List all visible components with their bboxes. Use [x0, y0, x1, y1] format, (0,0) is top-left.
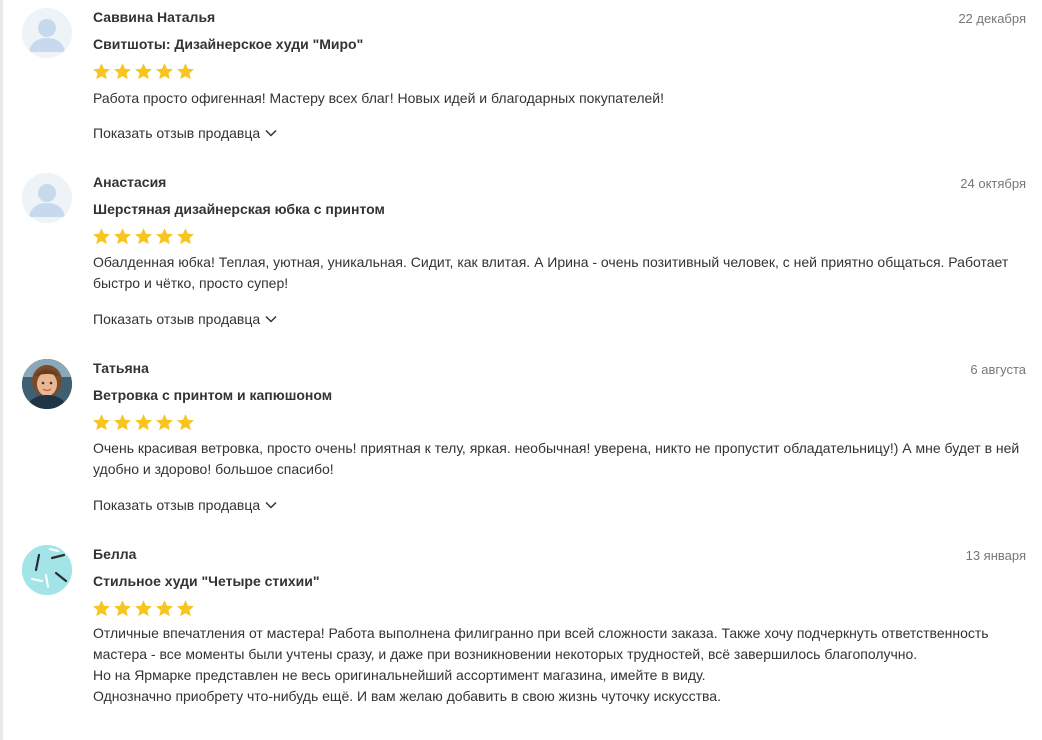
review-date: 6 августа: [970, 362, 1026, 377]
review-text: Обалденная юбка! Теплая, уютная, уникаль…: [93, 252, 1023, 294]
show-seller-reply-label: Показать отзыв продавца: [93, 497, 261, 513]
star-icon: [177, 228, 194, 245]
avatar[interactable]: [22, 545, 72, 595]
review-product-link[interactable]: Ветровка с принтом и капюшоном: [93, 387, 332, 403]
review-author[interactable]: Татьяна: [93, 360, 149, 376]
star-icon: [156, 63, 173, 80]
show-seller-reply-button[interactable]: Показать отзыв продавца: [93, 125, 277, 141]
star-icon: [114, 63, 131, 80]
avatar[interactable]: [22, 8, 72, 58]
star-icon: [177, 63, 194, 80]
user-photo-icon: [22, 359, 72, 409]
show-seller-reply-label: Показать отзыв продавца: [93, 125, 261, 141]
review-text-paragraph: Отличные впечатления от мастера! Работа …: [93, 625, 989, 662]
review-product-link[interactable]: Стильное худи "Четыре стихии": [93, 573, 320, 589]
star-icon: [156, 228, 173, 245]
left-border: [0, 0, 3, 740]
review-author[interactable]: Саввина Наталья: [93, 9, 215, 25]
show-seller-reply-label: Показать отзыв продавца: [93, 311, 261, 327]
star-icon: [114, 414, 131, 431]
star-icon: [135, 228, 152, 245]
review-text-paragraph: Но на Ярмарке представлен не весь оригин…: [93, 667, 706, 683]
review-product-link[interactable]: Свитшоты: Дизайнерское худи "Миро": [93, 36, 363, 52]
show-seller-reply-button[interactable]: Показать отзыв продавца: [93, 497, 277, 513]
star-icon: [93, 228, 110, 245]
default-user-avatar-icon: [22, 173, 72, 223]
chevron-down-icon: [265, 315, 277, 323]
avatar[interactable]: [22, 173, 72, 223]
review-date: 22 декабря: [958, 11, 1026, 26]
review-text: Отличные впечатления от мастера! Работа …: [93, 623, 1023, 707]
star-icon: [93, 63, 110, 80]
star-icon: [135, 414, 152, 431]
rating-stars: [92, 413, 195, 433]
chevron-down-icon: [265, 501, 277, 509]
show-seller-reply-button[interactable]: Показать отзыв продавца: [93, 311, 277, 327]
review-text: Очень красивая ветровка, просто очень! п…: [93, 438, 1023, 480]
review-date: 24 октября: [960, 176, 1026, 191]
star-icon: [114, 600, 131, 617]
review-date: 13 января: [965, 548, 1026, 563]
chevron-down-icon: [265, 129, 277, 137]
review-text-paragraph: Очень красивая ветровка, просто очень! п…: [93, 440, 1020, 477]
rating-stars: [92, 227, 195, 247]
avatar[interactable]: [22, 359, 72, 409]
review-author[interactable]: Анастасия: [93, 174, 166, 190]
star-icon: [114, 228, 131, 245]
star-icon: [177, 414, 194, 431]
star-icon: [156, 600, 173, 617]
review-text-paragraph: Обалденная юбка! Теплая, уютная, уникаль…: [93, 254, 1009, 291]
star-icon: [93, 600, 110, 617]
pattern-avatar-icon: [22, 545, 72, 595]
star-icon: [177, 600, 194, 617]
star-icon: [156, 414, 173, 431]
review-text-paragraph: Работа просто офигенная! Мастеру всех бл…: [93, 90, 665, 106]
rating-stars: [92, 62, 195, 82]
star-icon: [135, 63, 152, 80]
default-user-avatar-icon: [22, 8, 72, 58]
review-product-link[interactable]: Шерстяная дизайнерская юбка с принтом: [93, 201, 385, 217]
review-text: Работа просто офигенная! Мастеру всех бл…: [93, 88, 1023, 109]
star-icon: [93, 414, 110, 431]
star-icon: [135, 600, 152, 617]
review-text-paragraph: Однозначно приобрету что-нибудь ещё. И в…: [93, 688, 721, 704]
rating-stars: [92, 599, 195, 619]
review-author[interactable]: Белла: [93, 546, 136, 562]
